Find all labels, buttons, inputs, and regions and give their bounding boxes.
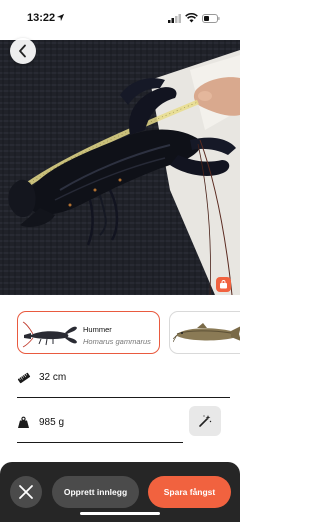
species-card-catfish[interactable] [169,311,240,354]
length-field[interactable]: 32 cm [17,360,230,398]
weight-underline [17,442,183,443]
back-button[interactable] [10,38,36,64]
species-carousel[interactable]: Hummer Homarus gammarus [0,300,240,365]
lobster-icon [22,321,77,348]
ruler-icon [17,372,31,384]
lobster-photo [0,40,240,295]
weight-value: 985 g [39,417,65,428]
photo-tag-button[interactable] [216,277,231,292]
length-underline [17,397,230,398]
weight-icon [18,416,29,428]
length-value: 32 cm [39,372,67,383]
battery-icon [202,14,220,23]
signal-icon [168,14,181,23]
create-post-button[interactable]: Opprett innlegg [52,476,139,508]
close-icon [19,485,33,499]
home-indicator[interactable] [80,512,160,515]
species-common-name: Hummer [83,325,112,334]
estimate-weight-button[interactable] [189,406,221,436]
magic-wand-icon [199,415,212,427]
status-bar: 13:22 [0,0,240,40]
close-button[interactable] [10,476,42,508]
save-catch-button[interactable]: Spara fångst [148,476,231,508]
catfish-icon [173,323,240,343]
wifi-icon [185,13,198,23]
status-time: 13:22 [27,12,56,24]
chevron-left-icon [19,44,26,58]
species-latin-name: Homarus gammarus [83,337,151,346]
weight-field[interactable]: 985 g [17,405,183,443]
species-card-lobster[interactable]: Hummer Homarus gammarus [17,311,160,354]
bag-icon [220,280,227,289]
location-arrow-icon [56,13,65,22]
